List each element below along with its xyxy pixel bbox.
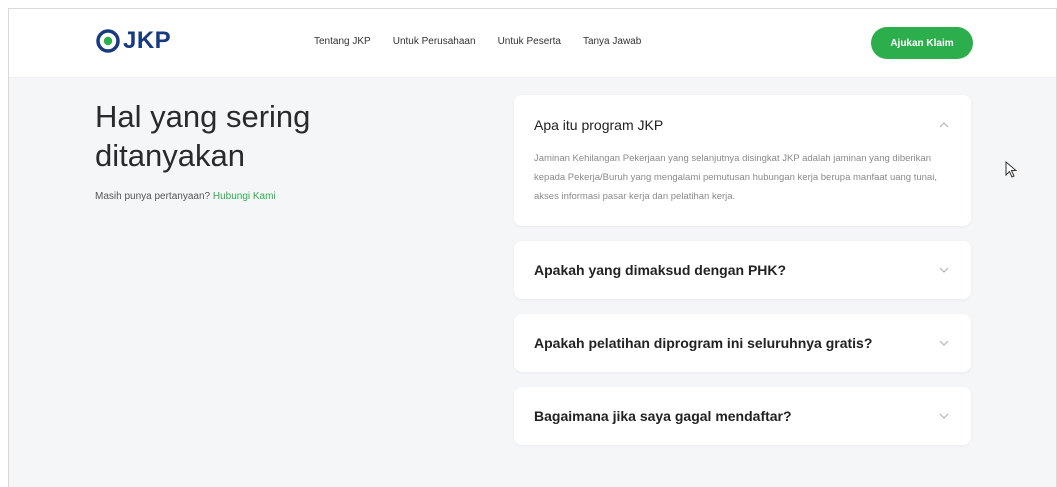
faq-question: Apakah pelatihan diprogram ini seluruhny… bbox=[534, 335, 873, 351]
main-nav: Tentang JKP Untuk Perusahaan Untuk Peser… bbox=[314, 36, 641, 47]
chevron-down-icon[interactable] bbox=[939, 267, 949, 273]
faq-question: Apakah yang dimaksud dengan PHK? bbox=[534, 262, 787, 278]
faq-heading: Hal yang sering ditanyakan bbox=[95, 99, 311, 173]
faq-item-expanded: Apa itu program JKP Jaminan Kehilangan P… bbox=[514, 95, 971, 226]
nav-link-tentang-jkp[interactable]: Tentang JKP bbox=[314, 36, 371, 47]
contact-link[interactable]: Hubungi Kami bbox=[213, 191, 276, 202]
faq-accordion: Apa itu program JKP Jaminan Kehilangan P… bbox=[514, 95, 971, 460]
jkp-logo-icon bbox=[96, 29, 120, 53]
chevron-down-icon[interactable] bbox=[939, 340, 949, 346]
faq-question-header[interactable]: Apa itu program JKP bbox=[514, 95, 971, 155]
faq-question: Bagaimana jika saya gagal mendaftar? bbox=[534, 408, 792, 424]
faq-answer: Jaminan Kehilangan Pekerjaan yang selanj… bbox=[534, 153, 937, 202]
faq-subtitle-text: Masih punya pertanyaan? bbox=[95, 191, 211, 202]
faq-question: Apa itu program JKP bbox=[534, 117, 664, 133]
faq-item: Apakah yang dimaksud dengan PHK? bbox=[514, 241, 971, 299]
faq-question-header[interactable]: Apakah yang dimaksud dengan PHK? bbox=[514, 241, 971, 299]
logo-text: JKP bbox=[123, 27, 172, 54]
chevron-up-icon[interactable] bbox=[939, 122, 949, 128]
browser-viewport: JKP Tentang JKP Untuk Perusahaan Untuk P… bbox=[8, 8, 1057, 487]
nav-link-tanya-jawab[interactable]: Tanya Jawab bbox=[583, 36, 641, 47]
faq-subtitle: Masih punya pertanyaan? Hubungi Kami bbox=[95, 191, 276, 202]
chevron-down-icon[interactable] bbox=[939, 413, 949, 419]
faq-question-header[interactable]: Bagaimana jika saya gagal mendaftar? bbox=[514, 387, 971, 445]
top-navbar: JKP Tentang JKP Untuk Perusahaan Untuk P… bbox=[9, 9, 1056, 78]
ajukan-klaim-button[interactable]: Ajukan Klaim bbox=[871, 27, 973, 59]
logo[interactable]: JKP bbox=[95, 27, 171, 55]
nav-link-untuk-perusahaan[interactable]: Untuk Perusahaan bbox=[393, 36, 476, 47]
faq-question-header[interactable]: Apakah pelatihan diprogram ini seluruhny… bbox=[514, 314, 971, 372]
mouse-cursor-icon bbox=[1005, 161, 1017, 178]
faq-item: Bagaimana jika saya gagal mendaftar? bbox=[514, 387, 971, 445]
faq-item: Apakah pelatihan diprogram ini seluruhny… bbox=[514, 314, 971, 372]
nav-link-untuk-peserta[interactable]: Untuk Peserta bbox=[498, 36, 561, 47]
